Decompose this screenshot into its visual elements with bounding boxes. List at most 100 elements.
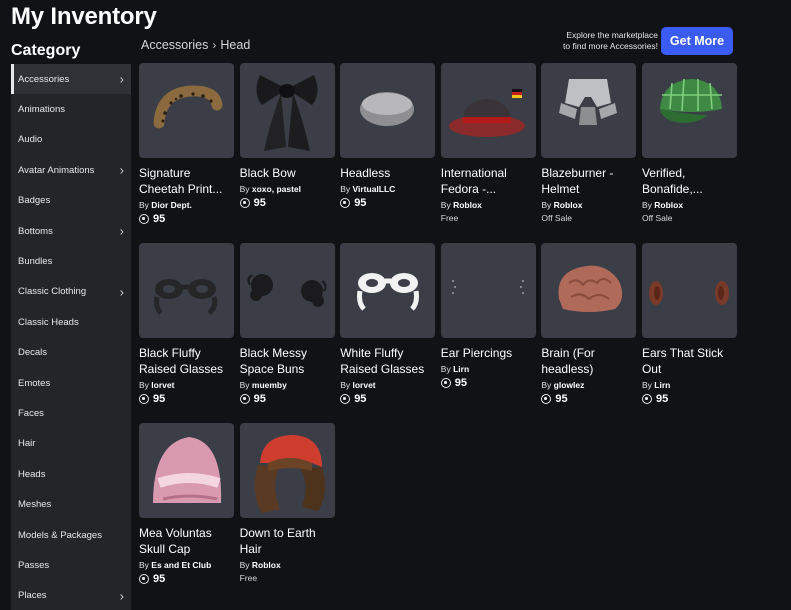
item-card[interactable]: Mea Voluntas Skull Cap By Es and Et Club 9… — [139, 423, 234, 603]
sidebar-item-badges[interactable]: Badges — [11, 186, 131, 216]
item-card[interactable]: Ears That Stick Out By Lirn 95 — [641, 243, 737, 423]
sidebar-item-classic-heads[interactable]: Classic Heads — [11, 307, 131, 337]
creator-name[interactable]: Roblox — [654, 200, 683, 210]
sidebar-item-audio[interactable]: Audio — [11, 125, 131, 155]
helmet-icon[interactable] — [541, 63, 637, 158]
sidebar-item-label: Heads — [18, 468, 46, 480]
sidebar-item-meshes[interactable]: Meshes — [11, 489, 131, 519]
promo-line-2: to find more Accessories! — [563, 41, 658, 51]
item-card[interactable]: Ear Piercings By Lirn 95 — [440, 243, 536, 423]
creator-name[interactable]: lorvet — [352, 380, 375, 390]
item-card[interactable]: White Fluffy Raised Glasses By lorvet 95 — [340, 243, 436, 423]
item-card[interactable]: Blazeburner - Helmet By Roblox Off Sale — [541, 63, 637, 243]
sidebar-item-label: Decals — [18, 347, 48, 359]
category-heading: Category — [11, 42, 81, 59]
white-glasses-icon[interactable] — [340, 243, 436, 338]
item-name[interactable]: Black Bow — [240, 165, 335, 181]
item-name[interactable]: White Fluffy Raised Glasses — [340, 345, 435, 377]
creator-prefix: By — [239, 560, 250, 570]
sidebar-item-models-packages[interactable]: Models & Packages — [11, 520, 131, 550]
item-name[interactable]: Headless — [340, 165, 435, 181]
promo-text: Explore the marketplace to find more Acc… — [548, 30, 658, 52]
item-card[interactable]: Brain (For headless) By glowlez 95 — [541, 243, 637, 423]
item-card[interactable]: Black Messy Space Buns By muemby 95 — [239, 243, 335, 423]
creator-name[interactable]: xoxo, pastel — [252, 184, 301, 194]
sidebar-item-label: Emotes — [18, 377, 51, 389]
creator-name[interactable]: lorvet — [151, 380, 174, 390]
sidebar-item-passes[interactable]: Passes — [11, 550, 131, 580]
item-name[interactable]: International Fedora -... — [441, 165, 536, 197]
creator-prefix: By — [440, 200, 451, 210]
creator-name[interactable]: muemby — [252, 380, 287, 390]
fedora-icon[interactable] — [440, 63, 536, 158]
skull-cap-icon[interactable] — [139, 423, 234, 518]
hair-icon[interactable] — [239, 423, 335, 518]
sidebar-item-decals[interactable]: Decals — [11, 338, 131, 368]
sidebar-item-faces[interactable]: Faces — [11, 398, 131, 428]
creator-name[interactable]: Dior Dept. — [151, 200, 192, 210]
sidebar-item-bundles[interactable]: Bundles — [11, 246, 131, 276]
sidebar-item-accessories[interactable]: Accessories › — [11, 64, 131, 95]
creator-name[interactable]: Roblox — [453, 200, 482, 210]
creator-name[interactable]: Es and Et Club — [151, 560, 211, 570]
item-name[interactable]: Blazeburner - Helmet — [541, 165, 636, 197]
item-name[interactable]: Signature Cheetah Print... — [139, 165, 234, 197]
plaid-cap-icon[interactable] — [641, 63, 737, 158]
creator-prefix: By — [340, 184, 351, 194]
creator-name[interactable]: Lirn — [654, 380, 670, 390]
price-value: 95 — [153, 393, 166, 405]
item-price: 95 — [641, 393, 737, 405]
item-name[interactable]: Ears That Stick Out — [642, 345, 737, 377]
chevron-right-icon: › — [212, 38, 217, 52]
sidebar-item-places[interactable]: Places › — [11, 581, 131, 610]
item-name[interactable]: Black Fluffy Raised Glasses — [139, 345, 234, 377]
ear-piercings-icon[interactable] — [440, 243, 536, 338]
item-name[interactable]: Verified, Bonafide,... — [642, 165, 737, 197]
creator-prefix: By — [641, 380, 652, 390]
item-name[interactable]: Brain (For headless) — [541, 345, 636, 377]
ears-icon[interactable] — [641, 243, 737, 338]
space-buns-icon[interactable] — [239, 243, 335, 338]
creator-name[interactable]: VirtualLLC — [352, 184, 395, 194]
sidebar-item-avatar-animations[interactable]: Avatar Animations › — [11, 155, 131, 185]
breadcrumb-accessories[interactable]: Accessories — [141, 38, 208, 52]
sidebar-item-bottoms[interactable]: Bottoms › — [11, 216, 131, 246]
item-card[interactable]: Headless By VirtualLLC 95 — [340, 63, 436, 243]
sidebar-item-emotes[interactable]: Emotes — [11, 368, 131, 398]
item-name[interactable]: Ear Piercings — [441, 345, 536, 361]
item-card[interactable]: Signature Cheetah Print... By Dior Dept. 9… — [139, 63, 234, 243]
creator-prefix: By — [541, 380, 552, 390]
item-price: 95 — [139, 573, 234, 585]
sidebar-item-classic-clothing[interactable]: Classic Clothing › — [11, 277, 131, 307]
brain-icon[interactable] — [541, 243, 637, 338]
sidebar-item-label: Models & Packages — [18, 529, 102, 541]
get-more-button[interactable]: Get More — [661, 27, 733, 55]
headless-icon[interactable] — [340, 63, 436, 158]
creator-name[interactable]: Roblox — [554, 200, 583, 210]
creator-name[interactable]: Lirn — [453, 364, 469, 374]
creator-prefix: By — [440, 364, 451, 374]
sidebar-item-label: Avatar Animations — [18, 164, 95, 176]
item-creator: By Roblox — [642, 200, 737, 210]
creator-prefix: By — [139, 200, 149, 210]
sidebar-item-animations[interactable]: Animations — [11, 94, 131, 124]
sidebar-item-heads[interactable]: Heads — [11, 459, 131, 489]
black-glasses-icon[interactable] — [139, 243, 234, 338]
item-card[interactable]: Black Bow By xoxo, pastel 95 — [239, 63, 335, 243]
robux-icon — [641, 394, 652, 404]
creator-name[interactable]: Roblox — [252, 560, 281, 570]
item-name[interactable]: Down to Earth Hair — [240, 525, 335, 557]
item-card[interactable]: Verified, Bonafide,... By Roblox Off Sale — [641, 63, 737, 243]
item-card[interactable]: Down to Earth Hair By Roblox Free — [239, 423, 335, 603]
black-bow-icon[interactable] — [239, 63, 335, 158]
item-name[interactable]: Black Messy Space Buns — [240, 345, 335, 377]
cheetah-headband-icon[interactable] — [139, 63, 234, 158]
item-name[interactable]: Mea Voluntas Skull Cap — [139, 525, 234, 557]
item-creator: By lorvet — [139, 380, 234, 390]
item-creator: By Roblox — [441, 200, 536, 210]
creator-name[interactable]: glowlez — [554, 380, 585, 390]
item-card[interactable]: International Fedora -... By Roblox Free — [440, 63, 536, 243]
sidebar-item-hair[interactable]: Hair — [11, 429, 131, 459]
item-creator: By Roblox — [240, 560, 335, 570]
item-card[interactable]: Black Fluffy Raised Glasses By lorvet 95 — [139, 243, 234, 423]
